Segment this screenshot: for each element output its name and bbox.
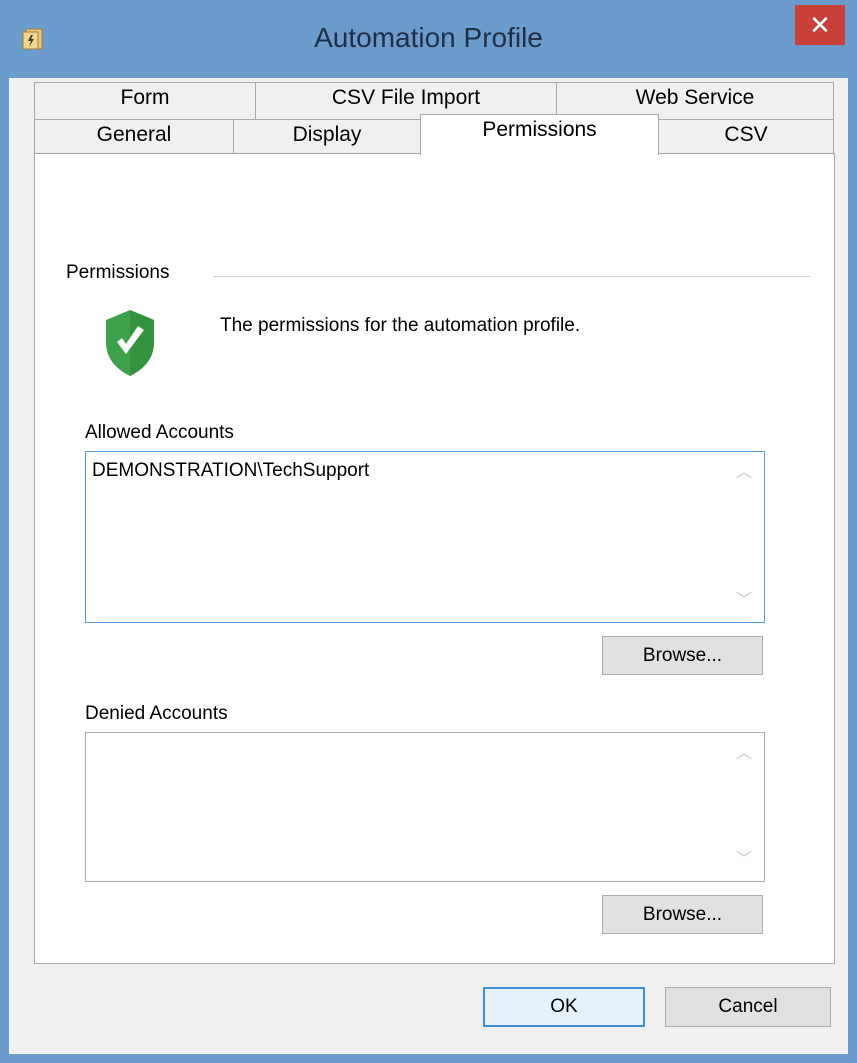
- scroll-up-icon[interactable]: ︿: [736, 746, 752, 762]
- tab-label: Web Service: [635, 86, 755, 109]
- tab-csv[interactable]: CSV: [658, 119, 834, 154]
- button-label: Cancel: [718, 996, 778, 1017]
- cancel-button[interactable]: Cancel: [665, 987, 831, 1027]
- permissions-tab-panel: Permissions The permissions for the auto…: [34, 153, 835, 964]
- permissions-description: The permissions for the automation profi…: [220, 315, 581, 336]
- tab-label: CSV: [724, 123, 768, 146]
- close-button[interactable]: ✕: [795, 5, 845, 45]
- window-title: Automation Profile: [314, 22, 543, 53]
- shield-check-icon: [106, 310, 154, 376]
- button-label: Browse...: [642, 904, 723, 925]
- tab-display[interactable]: Display: [233, 119, 421, 154]
- tab-general[interactable]: General: [34, 119, 234, 154]
- button-label: Browse...: [642, 645, 723, 666]
- tab-label: CSV File Import: [331, 86, 481, 109]
- tab-permissions[interactable]: Permissions: [420, 114, 659, 155]
- denied-accounts-label: Denied Accounts: [85, 703, 228, 724]
- scroll-down-icon[interactable]: ﹀: [736, 593, 752, 609]
- scroll-down-icon[interactable]: ﹀: [736, 852, 752, 868]
- dialog-client: Form CSV File Import Web Service General…: [9, 78, 848, 1054]
- title-bar[interactable]: Automation Profile ✕: [0, 0, 857, 78]
- dialog-window: Automation Profile ✕ Form CSV File Impor…: [0, 0, 857, 1063]
- button-label: OK: [550, 996, 578, 1017]
- allowed-accounts-list[interactable]: DEMONSTRATION\TechSupport ︿ ﹀: [85, 451, 765, 623]
- allowed-browse-button[interactable]: Browse...: [602, 636, 763, 675]
- denied-browse-button[interactable]: Browse...: [602, 895, 763, 934]
- scroll-up-icon[interactable]: ︿: [736, 465, 752, 481]
- permissions-group-label: Permissions: [66, 262, 180, 284]
- tab-label: Display: [292, 123, 362, 146]
- tab-form[interactable]: Form: [34, 82, 256, 120]
- tab-label: General: [96, 123, 172, 146]
- denied-accounts-list[interactable]: ︿ ﹀: [85, 732, 765, 882]
- list-item[interactable]: DEMONSTRATION\TechSupport: [92, 460, 369, 482]
- tab-label: Permissions: [482, 118, 597, 141]
- tab-label: Form: [120, 86, 170, 109]
- group-divider: [213, 276, 810, 277]
- allowed-accounts-label: Allowed Accounts: [85, 422, 234, 443]
- ok-button[interactable]: OK: [483, 987, 645, 1027]
- close-icon: ✕: [809, 10, 831, 40]
